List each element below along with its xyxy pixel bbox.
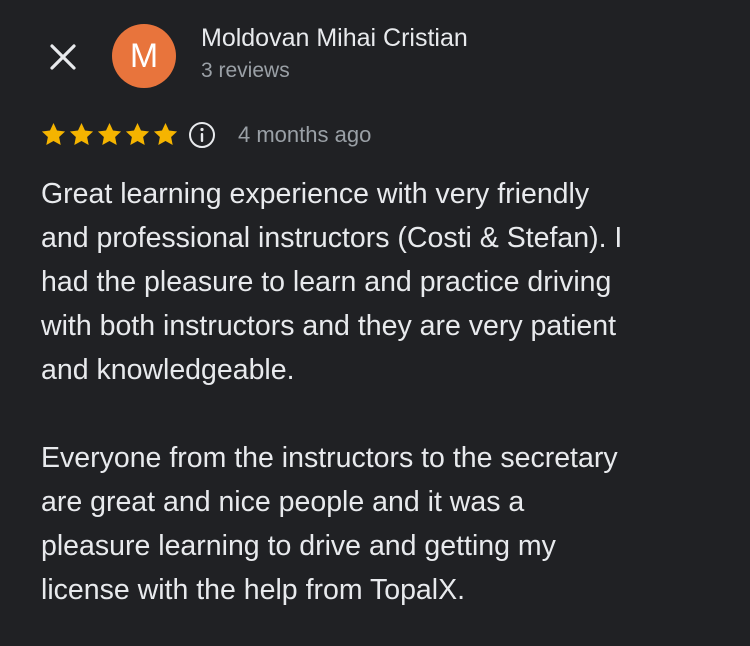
- review-text-line: and professional instructors (Costi & St…: [41, 222, 623, 254]
- info-button[interactable]: [188, 121, 216, 149]
- review-text-line: and knowledgeable.: [41, 354, 295, 386]
- review-text-line: Everyone from the instructors to the sec…: [41, 442, 618, 474]
- star-icon: [125, 123, 150, 145]
- reviewer-review-count[interactable]: 3 reviews: [201, 59, 290, 83]
- review-date: 4 months ago: [238, 122, 372, 147]
- avatar-initial: M: [129, 36, 159, 75]
- star-icon: [153, 123, 178, 145]
- star-icon: [97, 123, 122, 145]
- star-icon: [41, 123, 66, 145]
- avatar[interactable]: M: [112, 24, 176, 88]
- star-rating: [40, 121, 179, 148]
- review-card: M Moldovan Mihai Cristian 3 reviews 4 mo…: [0, 0, 750, 646]
- review-text-line: license with the help from TopalX.: [41, 574, 466, 606]
- review-paragraph-1: Great learning experience with very frie…: [41, 172, 731, 392]
- info-icon: [189, 122, 215, 148]
- close-button[interactable]: [46, 40, 80, 74]
- close-icon: [50, 44, 76, 70]
- reviewer-name[interactable]: Moldovan Mihai Cristian: [201, 24, 468, 53]
- review-text: Great learning experience with very frie…: [41, 172, 731, 612]
- review-text-line: with both instructors and they are very …: [41, 310, 617, 342]
- star-icon: [69, 123, 94, 145]
- review-paragraph-2: Everyone from the instructors to the sec…: [41, 436, 731, 612]
- review-text-line: had the pleasure to learn and practice d…: [41, 266, 612, 298]
- review-text-line: pleasure learning to drive and getting m…: [41, 530, 556, 562]
- review-text-line: are great and nice people and it was a: [41, 486, 525, 518]
- review-text-line: Great learning experience with very frie…: [41, 178, 590, 210]
